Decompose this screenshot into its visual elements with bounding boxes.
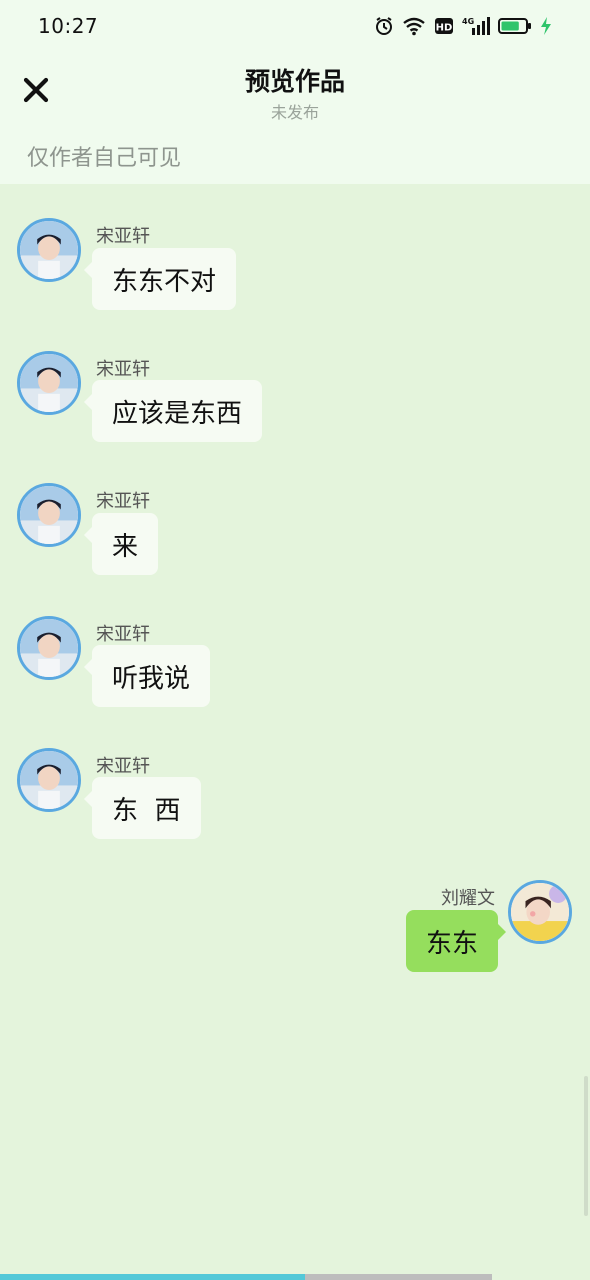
page-title: 预览作品 xyxy=(244,67,345,96)
avatar[interactable] xyxy=(17,748,81,812)
avatar[interactable] xyxy=(17,616,81,680)
page-subtitle: 未发布 xyxy=(270,103,319,122)
wifi-icon xyxy=(403,17,425,36)
message-bubble[interactable]: 东东不对 xyxy=(83,248,237,310)
avatar[interactable] xyxy=(17,351,81,415)
avatar[interactable] xyxy=(17,483,81,547)
message-row: 宋亚轩 来 xyxy=(0,481,590,581)
progress-fill xyxy=(0,1274,306,1280)
message-row: 宋亚轩 应该是东西 xyxy=(0,349,590,449)
status-bar: 10:27 HD 4G xyxy=(0,0,590,52)
message-bubble[interactable]: 来 xyxy=(83,513,159,575)
sender-name: 宋亚轩 xyxy=(96,624,150,645)
battery-icon xyxy=(498,18,531,34)
header: 预览作品 未发布 仅作者自己可见 xyxy=(0,52,590,184)
message-bubble[interactable]: 东 西 xyxy=(84,777,201,839)
hd-icon: HD xyxy=(435,18,453,34)
avatar[interactable] xyxy=(508,880,572,944)
signal-4g-icon: 4G xyxy=(462,17,490,35)
message-row: 宋亚轩 东东不对 xyxy=(0,216,590,316)
sender-name: 宋亚轩 xyxy=(96,359,150,380)
message-row: 宋亚轩 听我说 xyxy=(0,614,590,714)
message-bubble[interactable]: 东东 xyxy=(405,910,507,972)
svg-text:HD: HD xyxy=(436,23,453,34)
status-icons: HD 4G xyxy=(374,16,552,36)
message-bubble[interactable]: 应该是东西 xyxy=(83,380,263,442)
status-time: 10:27 xyxy=(38,14,99,38)
avatar[interactable] xyxy=(17,218,81,282)
progress-bar xyxy=(0,1274,492,1280)
message-row: 宋亚轩 东 西 xyxy=(0,746,590,846)
message-row: 刘耀文 东东 xyxy=(0,878,590,978)
alarm-icon xyxy=(376,17,392,35)
charging-icon xyxy=(541,17,551,35)
scrollbar[interactable] xyxy=(584,1076,588,1216)
sender-name: 刘耀文 xyxy=(441,888,495,909)
sender-name: 宋亚轩 xyxy=(96,226,150,247)
message-bubble[interactable]: 听我说 xyxy=(83,645,211,707)
sender-name: 宋亚轩 xyxy=(96,491,150,512)
sender-name: 宋亚轩 xyxy=(96,756,150,777)
svg-text:4G: 4G xyxy=(462,17,474,26)
visibility-note: 仅作者自己可见 xyxy=(27,146,182,171)
chat-preview-screen: 10:27 HD 4G 预览作品 未发布 仅作者自己可见 宋亚轩 东东不对 宋亚… xyxy=(0,0,590,1280)
